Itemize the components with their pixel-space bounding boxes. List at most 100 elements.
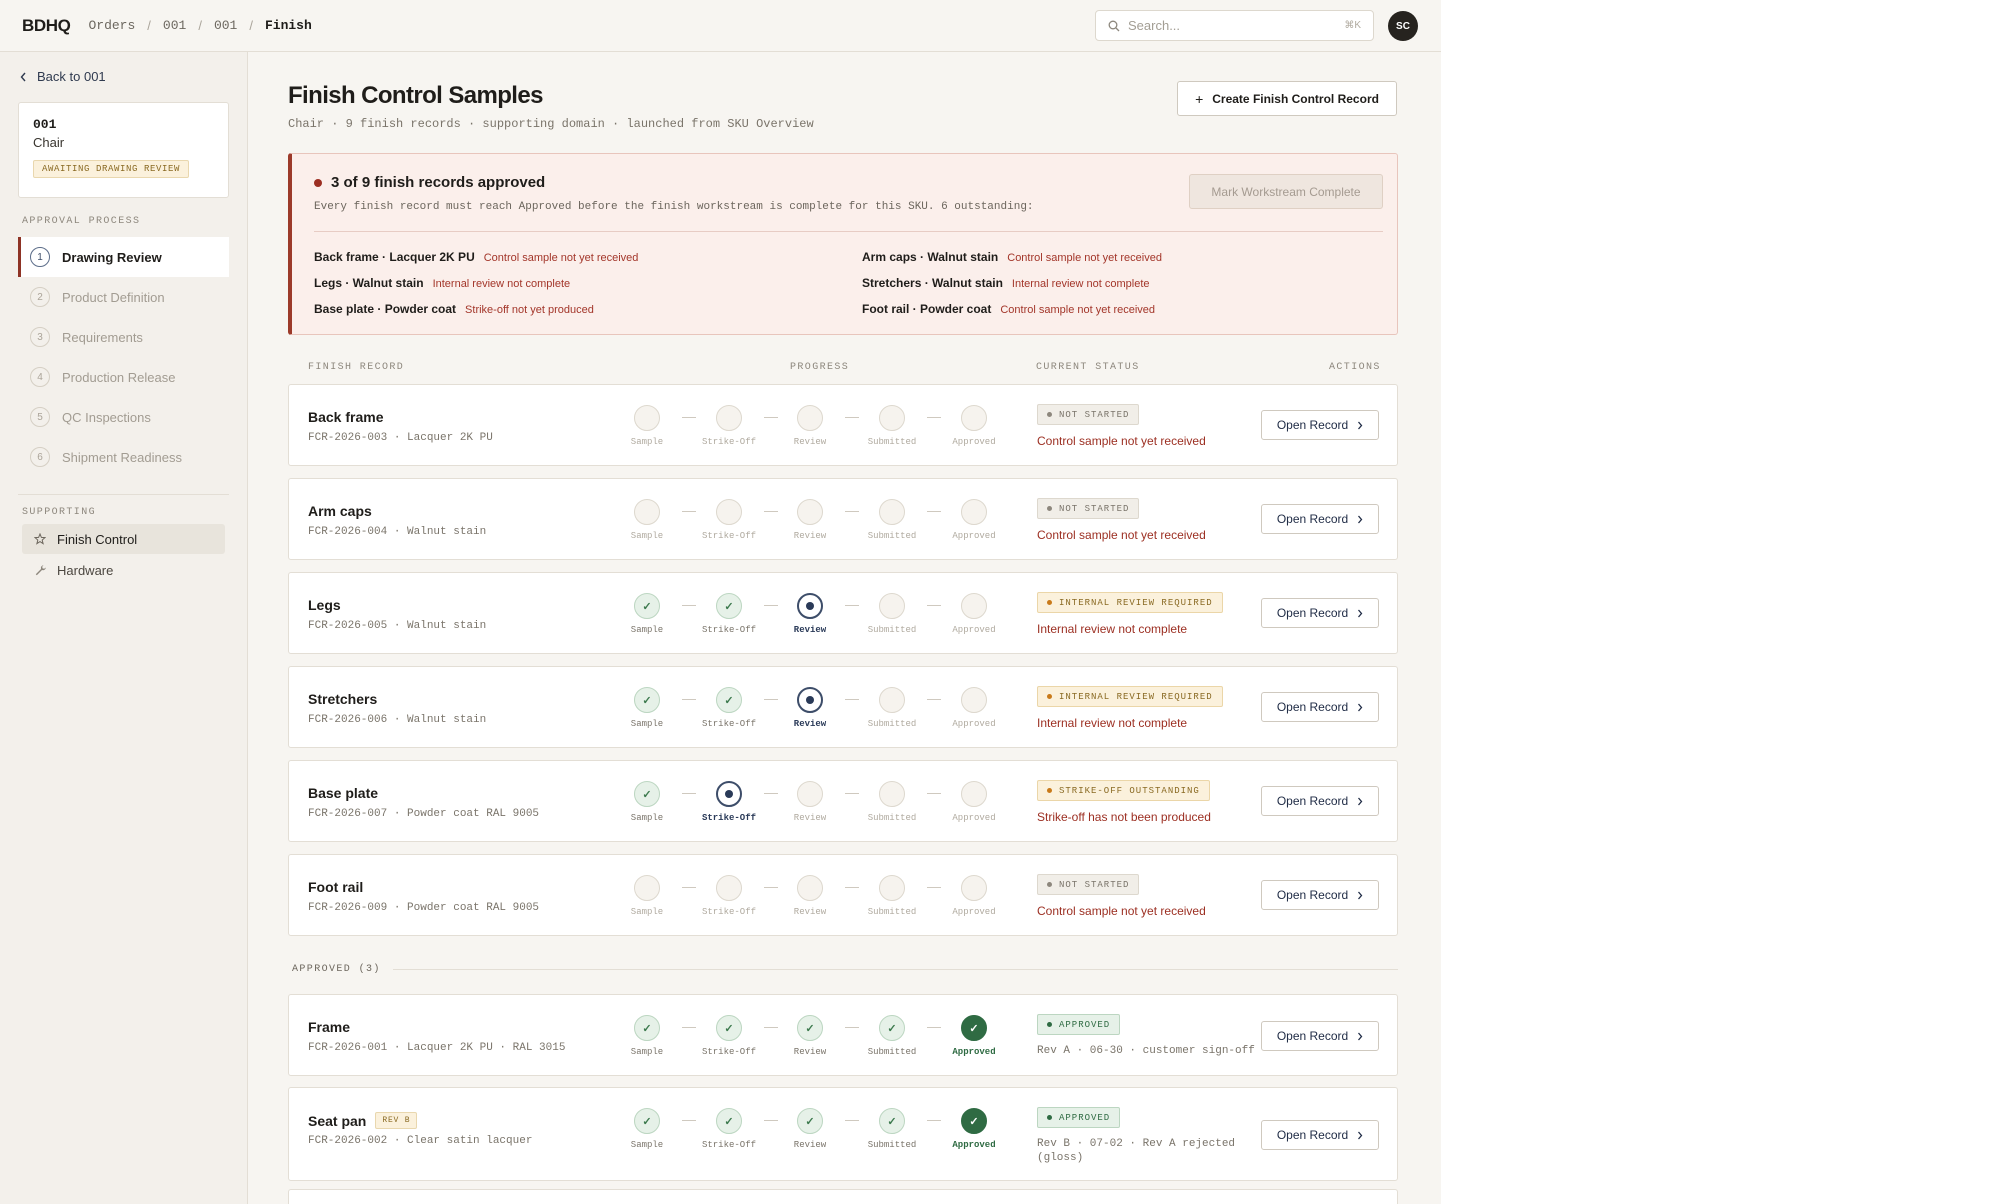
top-bar: BDHQ Orders / 001 / 001 / Finish Search.… [0,0,1441,52]
progress-connector [764,511,778,512]
progress-step-4 [879,499,905,525]
status-dot-icon [1047,788,1052,793]
breadcrumb: Orders / 001 / 001 / Finish [88,18,311,33]
progress-step-2 [716,405,742,431]
sidebar-item-qc-inspections[interactable]: 5 QC Inspections [18,397,229,437]
outstanding-item-reason: Strike-off not yet produced [465,304,594,316]
progress-step-1 [634,875,660,901]
sidebar-item-shipment-readiness[interactable]: 6 Shipment Readiness [18,437,229,477]
column-header-actions: ACTIONS [1329,362,1381,373]
open-record-button[interactable]: Open Record [1261,598,1379,628]
progress-connector [764,1120,778,1121]
progress-step-label: Strike-Off [701,813,756,823]
check-icon: ✓ [969,1022,979,1035]
progress-step-label: Approved [952,813,996,823]
sidebar-item-requirements[interactable]: 3 Requirements [18,317,229,357]
check-icon: ✓ [887,1022,897,1035]
breadcrumb-order[interactable]: 001 [163,18,186,33]
create-record-button[interactable]: + Create Finish Control Record [1177,81,1397,116]
current-status: NOT STARTED Control sample not yet receiv… [1037,874,1206,918]
progress-connector [682,793,696,794]
open-record-button[interactable]: Open Record [1261,786,1379,816]
chevron-right-icon [1358,1032,1363,1040]
progress-connector [845,1120,859,1121]
progress-step-3: ✓ [797,1108,823,1134]
breadcrumb-orders[interactable]: Orders [88,18,135,33]
open-record-label: Open Record [1276,794,1349,808]
search-input[interactable]: Search... ⌘K [1095,10,1374,41]
progress-step-1: ✓ [634,1108,660,1134]
progress-track: ✓ Sample ✓ Strike-Off Review Submitted Approve… [631,593,1004,641]
approved-heading-label: APPROVED (3) [292,964,381,975]
status-badge: NOT STARTED [1037,498,1140,519]
table-row: Seat pan REV B FCR-2026-002 · Clear satin … [288,1087,1398,1181]
progress-step-3 [797,593,823,619]
status-note: Control sample not yet received [1037,528,1206,542]
column-header-record: FINISH RECORD [308,362,405,373]
open-record-button[interactable]: Open Record [1261,1120,1379,1150]
open-record-button[interactable]: Open Record [1261,1021,1379,1051]
status-badge-label: NOT STARTED [1059,503,1130,514]
sidebar-item-drawing-review[interactable]: 1 Drawing Review [18,237,229,277]
open-record-button[interactable]: Open Record [1261,410,1379,440]
record-name: Frame [308,1019,350,1035]
record-name-text: Seat pan [308,1112,367,1129]
mark-complete-button[interactable]: Mark Workstream Complete [1189,174,1383,209]
check-icon: ✓ [642,788,652,801]
step-label: Drawing Review [62,249,162,265]
progress-step-label: Sample [630,1140,664,1150]
sidebar-item-product-definition[interactable]: 2 Product Definition [18,277,229,317]
record-name-text: Arm caps [308,503,372,519]
open-record-button[interactable]: Open Record [1261,692,1379,722]
outstanding-item: Foot rail · Powder coat Control sample no… [862,302,1155,316]
record-name-text: Frame [308,1019,351,1035]
outstanding-item-reason: Internal review not complete [1011,278,1150,290]
progress-connector [927,605,941,606]
open-record-button[interactable]: Open Record [1261,880,1379,910]
open-record-label: Open Record [1276,888,1349,902]
sidebar-item-finish-control[interactable]: Finish Control [22,524,225,554]
record-code: FCR-2026-006 · Walnut stain [308,714,487,726]
outstanding-item-reason: Control sample not yet received [1000,304,1156,316]
check-icon: ✓ [642,600,652,613]
progress-connector [927,417,941,418]
sidebar: Back to 001 001 Chair AWAITING DRAWING R… [0,52,248,1204]
column-header-status: CURRENT STATUS [1036,362,1140,373]
progress-connector [682,1027,696,1028]
approval-alert: 3 of 9 finish records approved Every fin… [288,153,1398,335]
sidebar-item-hardware[interactable]: Hardware [22,555,225,585]
check-icon: ✓ [805,1115,815,1128]
open-record-button[interactable]: Open Record [1261,504,1379,534]
progress-step-label: Sample [630,719,664,729]
check-icon: ✓ [642,694,652,707]
record-name: Seat pan REV B [308,1112,418,1129]
approved-section-heading: APPROVED (3) [292,964,1398,975]
status-badge: NOT STARTED [1037,874,1140,895]
table-row: Back frame FCR-2026-003 · Lacquer 2K PU Sa… [288,384,1398,466]
approved-heading-rule [392,969,1398,970]
outstanding-item: Stretchers · Walnut stain Internal review… [862,276,1150,290]
create-record-label: Create Finish Control Record [1212,91,1379,106]
back-link[interactable]: Back to 001 [20,69,106,84]
check-icon: ✓ [724,1022,734,1035]
record-name-text: Foot rail [308,879,364,895]
sidebar-item-production-release[interactable]: 4 Production Release [18,357,229,397]
chevron-right-icon [1358,1131,1363,1139]
brand-logo[interactable]: BDHQ [22,16,71,36]
progress-step-label: Strike-Off [701,1047,756,1057]
record-name-text: Legs [308,597,341,613]
progress-connector [845,1027,859,1028]
supporting-heading: SUPPORTING [22,507,97,518]
progress-step-2: ✓ [716,1015,742,1041]
breadcrumb-sku[interactable]: 001 [214,18,237,33]
search-icon [1108,20,1120,31]
outstanding-item-reason: Internal review not complete [432,278,571,290]
avatar[interactable]: SC [1388,11,1418,41]
current-status: APPROVED Rev A · 06-30 · customer sign-of… [1037,1014,1255,1058]
status-note: Rev B · 07-02 · Rev A rejected (gloss) [1037,1138,1236,1164]
star-icon [34,533,46,545]
progress-step-label: Review [793,813,827,823]
progress-step-1 [634,499,660,525]
breadcrumb-separator: / [147,18,151,33]
record-name: Foot rail [308,879,363,895]
